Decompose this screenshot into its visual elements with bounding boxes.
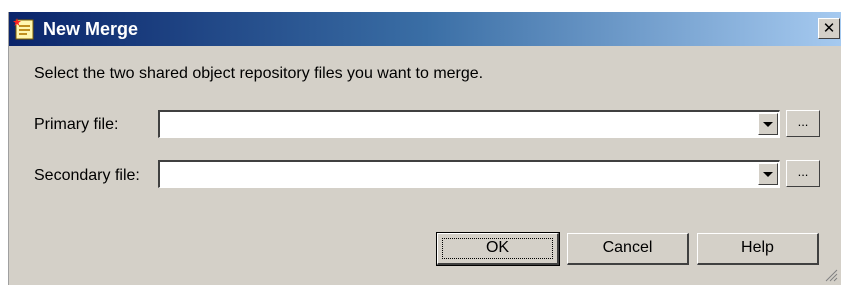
primary-file-dropdown-button[interactable] [758, 113, 778, 135]
primary-file-combobox[interactable] [158, 110, 780, 138]
resize-grip-icon[interactable] [824, 268, 838, 282]
help-button[interactable]: Help [697, 233, 819, 265]
close-icon: ✕ [822, 19, 836, 37]
cancel-button[interactable]: Cancel [567, 233, 689, 265]
primary-file-label: Primary file: [34, 116, 119, 133]
secondary-file-dropdown-button[interactable] [758, 163, 778, 185]
primary-file-browse-button[interactable]: ... [786, 110, 820, 137]
secondary-file-browse-button[interactable]: ... [786, 160, 820, 187]
ok-button-label: OK [485, 239, 510, 256]
secondary-file-label: Secondary file: [34, 167, 140, 184]
close-button[interactable]: ✕ [818, 18, 840, 39]
new-merge-dialog: New Merge ✕ Select the two shared object… [8, 12, 841, 285]
ok-button[interactable]: OK [436, 232, 560, 266]
instruction-text: Select the two shared object repository … [34, 65, 484, 82]
cancel-button-label: Cancel [602, 239, 653, 256]
help-button-label: Help [741, 239, 774, 256]
new-merge-icon [13, 18, 34, 40]
dialog-title: New Merge [43, 19, 139, 39]
secondary-file-combobox[interactable] [158, 160, 780, 188]
title-bar[interactable]: New Merge ✕ [9, 12, 841, 46]
